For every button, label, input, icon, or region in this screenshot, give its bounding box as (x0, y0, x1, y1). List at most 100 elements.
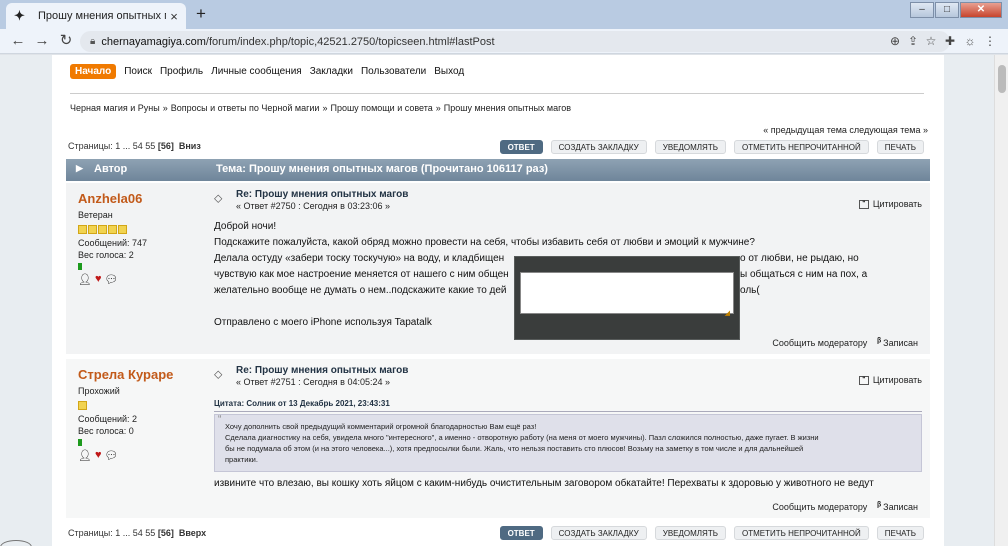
close-tab-icon[interactable]: × (166, 9, 182, 24)
message-bubble-icon[interactable]: 💬︎ (105, 449, 119, 462)
message-bubble-icon[interactable]: 💬︎ (105, 273, 119, 286)
post-icon: ⬦ (214, 191, 223, 205)
minimize-button[interactable]: – (910, 2, 934, 18)
post-footer: Сообщить модератору ᵝ Записан (772, 501, 918, 512)
menu-item-profile[interactable]: Профиль (160, 66, 203, 77)
pagination-bottom: Страницы: 1 ... 54 55 [56] Вверх (68, 528, 207, 538)
page-links[interactable]: 1 ... 54 55 (115, 141, 155, 151)
post-text: извините что влезаю, вы кошку хоть яйцом… (214, 478, 874, 489)
mark-unread-button[interactable]: ОТМЕТИТЬ НЕПРОЧИТАННОЙ (733, 526, 869, 540)
page-links[interactable]: 1 ... 54 55 (115, 528, 155, 538)
breadcrumb-item[interactable]: Вопросы и ответы по Черной магии (171, 103, 320, 113)
notify-button[interactable]: УВЕДОМЛЯТЬ (654, 526, 726, 540)
new-tab-icon[interactable]: + (192, 5, 210, 24)
star-icon (78, 401, 87, 410)
menu-item-messages[interactable]: Личные сообщения (211, 66, 302, 77)
browser-menu-icon[interactable]: ⋮ (980, 34, 1000, 48)
site-favicon-icon: ✦ (14, 8, 25, 23)
quote-mark-icon: “ (218, 414, 222, 425)
menu-item-home[interactable]: Начало (70, 64, 117, 79)
user-profile-icon[interactable]: 👤︎ (78, 449, 92, 462)
prev-next-topic-links[interactable]: « предыдущая тема следующая тема » (763, 125, 928, 135)
report-to-moderator-link[interactable]: Сообщить модератору (772, 338, 867, 348)
post-icon: ⬦ (214, 367, 223, 381)
breadcrumb-item[interactable]: Черная магия и Руны (70, 103, 160, 113)
post-title[interactable]: Re: Прошу мнения опытных магов (236, 189, 408, 200)
maximize-button[interactable]: □ (935, 2, 959, 18)
reply-button[interactable]: ОТВЕТ (499, 140, 543, 154)
page-scrollbar[interactable] (994, 55, 1008, 546)
breadcrumb-item[interactable]: Прошу мнения опытных магов (444, 103, 571, 113)
logged-label: Записан (883, 337, 918, 348)
reply-button[interactable]: ОТВЕТ (499, 526, 543, 540)
bookmark-star-icon[interactable]: ☆ (922, 34, 940, 48)
poster-rank: Прохожий (78, 386, 120, 396)
menu-item-logout[interactable]: Выход (434, 66, 464, 77)
topic-buttons-top: ОТВЕТ СОЗДАТЬ ЗАКЛАДКУ УВЕДОМЛЯТЬ ОТМЕТИ… (492, 140, 924, 154)
lock-icon: 🔒︎ (90, 36, 96, 47)
resize-grip-icon[interactable]: ◢ (725, 309, 730, 317)
translate-icon[interactable]: ⊕ (886, 34, 904, 48)
print-button[interactable]: ПЕЧАТЬ (876, 140, 924, 154)
bookmark-button[interactable]: СОЗДАТЬ ЗАКЛАДКУ (550, 140, 647, 154)
jump-down-link[interactable]: Вниз (179, 141, 201, 151)
breadcrumb: Черная магия и Руны» Вопросы и ответы по … (70, 103, 571, 113)
star-icon (78, 225, 87, 234)
quote-header[interactable]: Цитата: Солник от 13 Декабрь 2021, 23:43… (214, 399, 922, 412)
close-window-button[interactable]: ✕ (960, 2, 1002, 18)
topic-buttons-bottom: ОТВЕТ СОЗДАТЬ ЗАКЛАДКУ УВЕДОМЛЯТЬ ОТМЕТИ… (492, 526, 924, 540)
post-footer: Сообщить модератору ᵝ Записан (772, 337, 918, 348)
topic-header-bar: ▶ Автор Тема: Прошу мнения опытных магов… (66, 159, 930, 181)
browser-toolbar: ← → ↻ 🔒︎ chernayamagiya.com/forum/index.… (0, 29, 1008, 54)
logged-icon: ᵝ (877, 501, 882, 512)
menu-item-search[interactable]: Поиск (124, 66, 152, 77)
breadcrumb-item[interactable]: Прошу помощи и совета (330, 103, 432, 113)
share-icon[interactable]: ⇪ (904, 34, 922, 48)
heart-icon[interactable]: ♥ (95, 449, 102, 462)
quote-button[interactable]: ❞ Цитировать (858, 375, 922, 385)
reload-icon[interactable]: ↻ (56, 32, 76, 50)
tab-title: Прошу мнения опытных магов (38, 10, 166, 22)
forward-icon[interactable]: → (32, 32, 52, 50)
forum-container: Начало Поиск Профиль Личные сообщения За… (52, 55, 944, 546)
overlay-popup: ◢ (514, 256, 740, 340)
logged-icon: ᵝ (877, 337, 882, 348)
post-title[interactable]: Re: Прошу мнения опытных магов (236, 365, 408, 376)
profile-avatar-icon[interactable]: ☼ (960, 34, 980, 48)
browser-tab[interactable]: ✦ Прошу мнения опытных магов × (6, 3, 186, 29)
browser-tabbar: ✦ Прошу мнения опытных магов × + – □ ✕ (0, 0, 1008, 29)
print-button[interactable]: ПЕЧАТЬ (876, 526, 924, 540)
poster-name[interactable]: Стрела Курарe (78, 367, 208, 382)
post-meta: « Ответ #2750 : Сегодня в 03:23:06 » (236, 201, 390, 211)
page-corner-decoration (0, 540, 32, 546)
poster-icons: 👤︎ ♥ 💬︎ (78, 449, 208, 462)
poster-info: Стрела Курарe Прохожий Сообщений: 2 Вес … (78, 367, 208, 462)
jump-up-link[interactable]: Вверх (179, 528, 206, 538)
mark-unread-button[interactable]: ОТМЕТИТЬ НЕПРОЧИТАННОЙ (733, 140, 869, 154)
current-page: [56] (157, 528, 174, 538)
rank-stars (78, 225, 208, 234)
poster-rank: Ветеран (78, 210, 113, 220)
poster-name[interactable]: Anzhela06 (78, 191, 208, 206)
menu-item-bookmarks[interactable]: Закладки (310, 66, 353, 77)
menu-item-users[interactable]: Пользователи (361, 66, 426, 77)
url-text: chernayamagiya.com/forum/index.php/topic… (101, 35, 495, 48)
address-bar[interactable]: 🔒︎ chernayamagiya.com/forum/index.php/to… (80, 31, 950, 52)
pagination-top: Страницы: 1 ... 54 55 [56] Вниз (68, 141, 201, 151)
current-page: [56] (157, 141, 174, 151)
back-icon[interactable]: ← (8, 32, 28, 50)
user-profile-icon[interactable]: 👤︎ (78, 273, 92, 286)
quote-button[interactable]: ❞ Цитировать (858, 199, 922, 209)
collapse-arrow-icon: ▶ (76, 163, 83, 173)
post-body: ⬦ Re: Прошу мнения опытных магов « Ответ… (214, 365, 922, 489)
extensions-puzzle-icon[interactable]: ✚ (940, 34, 960, 48)
overlay-text-input[interactable] (520, 272, 734, 314)
logged-label: Записан (883, 501, 918, 512)
scroll-thumb[interactable] (998, 65, 1006, 93)
window-controls: – □ ✕ (909, 2, 1002, 18)
notify-button[interactable]: УВЕДОМЛЯТЬ (654, 140, 726, 154)
extension-icons: ✚ ☼ ⋮ (940, 34, 1000, 48)
bookmark-button[interactable]: СОЗДАТЬ ЗАКЛАДКУ (550, 526, 647, 540)
heart-icon[interactable]: ♥ (95, 273, 102, 286)
report-to-moderator-link[interactable]: Сообщить модератору (772, 502, 867, 512)
